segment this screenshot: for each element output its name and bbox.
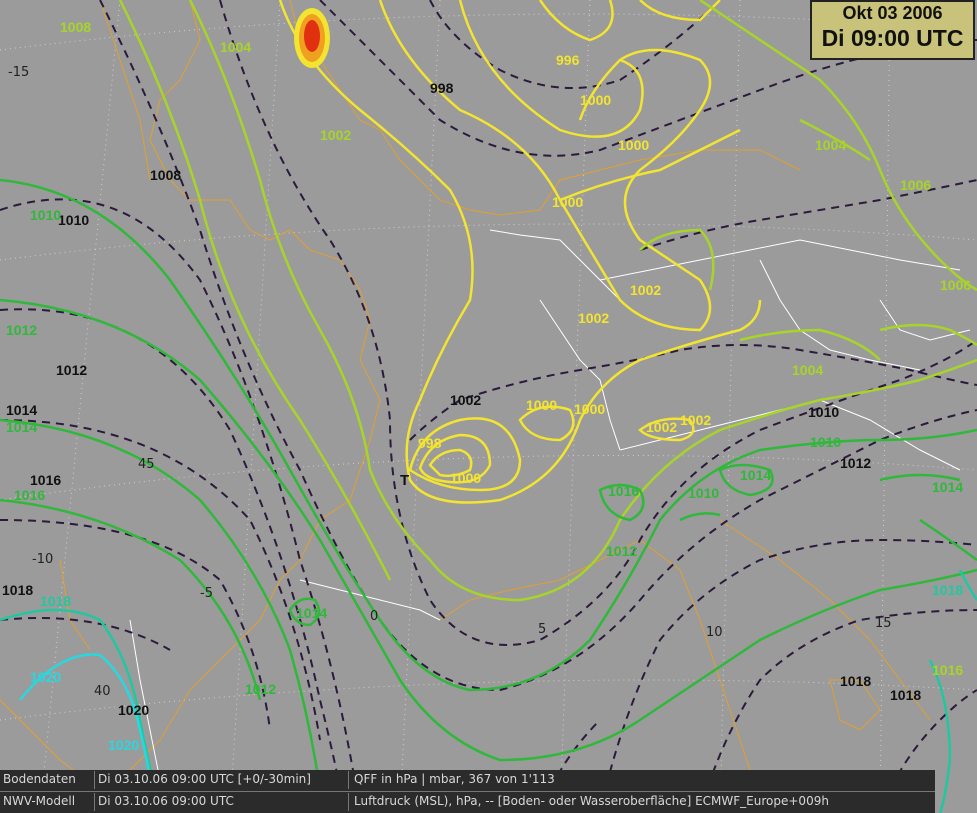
isobar-label: 1008 <box>60 19 91 35</box>
time-label: Di 09:00 UTC <box>821 25 964 51</box>
isobar-label: 1010 <box>30 207 61 223</box>
isobar-label: 1014 <box>6 402 37 418</box>
status-source: NWV-Modell <box>3 794 76 808</box>
isobar-label: 1008 <box>150 167 181 183</box>
isobar-label: 1002 <box>578 310 609 326</box>
isobar-label: 1010 <box>808 404 839 420</box>
isobar-label: 1020 <box>108 737 139 753</box>
isobar-label: 1000 <box>618 137 649 153</box>
isobar-label: 1016 <box>14 487 45 503</box>
status-datetime: Di 03.10.06 09:00 UTC <box>98 794 234 808</box>
graticule-label: -10 <box>32 552 53 567</box>
graticule-label: -5 <box>200 586 213 601</box>
isobar-label: 1016 <box>932 662 963 678</box>
isobar-label: 1004 <box>220 39 251 55</box>
graticule-label: 0 <box>370 609 378 624</box>
isobar-label: 1018 <box>40 593 71 609</box>
isobar-label: 1018 <box>932 582 963 598</box>
isobar-label: 1020 <box>118 702 149 718</box>
status-source: Bodendaten <box>3 772 76 786</box>
isobar-label: 1012 <box>6 322 37 338</box>
graticule-label: 5 <box>538 622 546 637</box>
isobar-label: 1002 <box>630 282 661 298</box>
status-bar: Bodendaten Di 03.10.06 09:00 UTC [+0/-30… <box>0 770 935 813</box>
isobar-label: 998 <box>418 435 442 451</box>
status-row-model: NWV-Modell Di 03.10.06 09:00 UTC Luftdru… <box>0 792 935 812</box>
isobar-label: 1006 <box>900 177 931 193</box>
isobar-label: 1012 <box>606 543 637 559</box>
isobar-label: 1014 <box>932 479 963 495</box>
graticule-label: 45 <box>138 457 155 472</box>
isobar-label: 1010 <box>810 434 841 450</box>
isobar-label: 1020 <box>30 669 61 685</box>
isobar-label: 996 <box>556 52 580 68</box>
isobar-label: 1002 <box>680 412 711 428</box>
isobar-label: 1018 <box>2 582 33 598</box>
isobar-label: 1002 <box>450 392 481 408</box>
graticule-label: 40 <box>94 684 111 699</box>
isobar-label: 1002 <box>646 419 677 435</box>
status-info: QFF in hPa | mbar, 367 von 1'113 <box>354 772 555 786</box>
graticule-label: 15 <box>875 616 892 631</box>
isobar-label: 1016 <box>608 483 639 499</box>
isobar-label: 1000 <box>526 397 557 413</box>
isobar-label: 1010 <box>688 485 719 501</box>
status-datetime: Di 03.10.06 09:00 UTC [+0/-30min] <box>98 772 311 786</box>
date-label: Okt 03 2006 <box>842 3 943 23</box>
isobar-label: 1004 <box>815 137 846 153</box>
isobar-label: 1012 <box>840 455 871 471</box>
isobar-label: 1010 <box>58 212 89 228</box>
isobar-label: 1006 <box>940 277 971 293</box>
isobar-label: 1012 <box>56 362 87 378</box>
isobar-label: 1002 <box>320 127 351 143</box>
status-row-observations: Bodendaten Di 03.10.06 09:00 UTC [+0/-30… <box>0 770 935 790</box>
isobar-label: 1016 <box>30 472 61 488</box>
status-info: Luftdruck (MSL), hPa, -- [Boden- oder Wa… <box>354 794 829 808</box>
isobar-label: 1018 <box>840 673 871 689</box>
isobar-label: 1000 <box>574 401 605 417</box>
isobar-label: 998 <box>430 80 454 96</box>
low-pressure-marker: T <box>400 472 409 489</box>
isobar-label: 1000 <box>580 92 611 108</box>
isobar-label: 1000 <box>450 470 481 486</box>
isobar-label: 1014 <box>296 605 327 621</box>
isobar-label: 1014 <box>740 467 771 483</box>
weather-map: 998 996 1000 1000 1000 1002 1002 1002 99… <box>0 0 977 813</box>
isobar-label: 1018 <box>890 687 921 703</box>
isobar-label: 1014 <box>6 419 37 435</box>
pressure-bullseye <box>294 8 330 68</box>
graticule-label: 10 <box>706 625 723 640</box>
isobar-label: 1000 <box>552 194 583 210</box>
valid-time-box: Okt 03 2006 Di 09:00 UTC <box>810 0 975 60</box>
graticule-label: -15 <box>8 65 29 80</box>
isobar-label: 1004 <box>792 362 823 378</box>
isobar-label: 1012 <box>245 681 276 697</box>
